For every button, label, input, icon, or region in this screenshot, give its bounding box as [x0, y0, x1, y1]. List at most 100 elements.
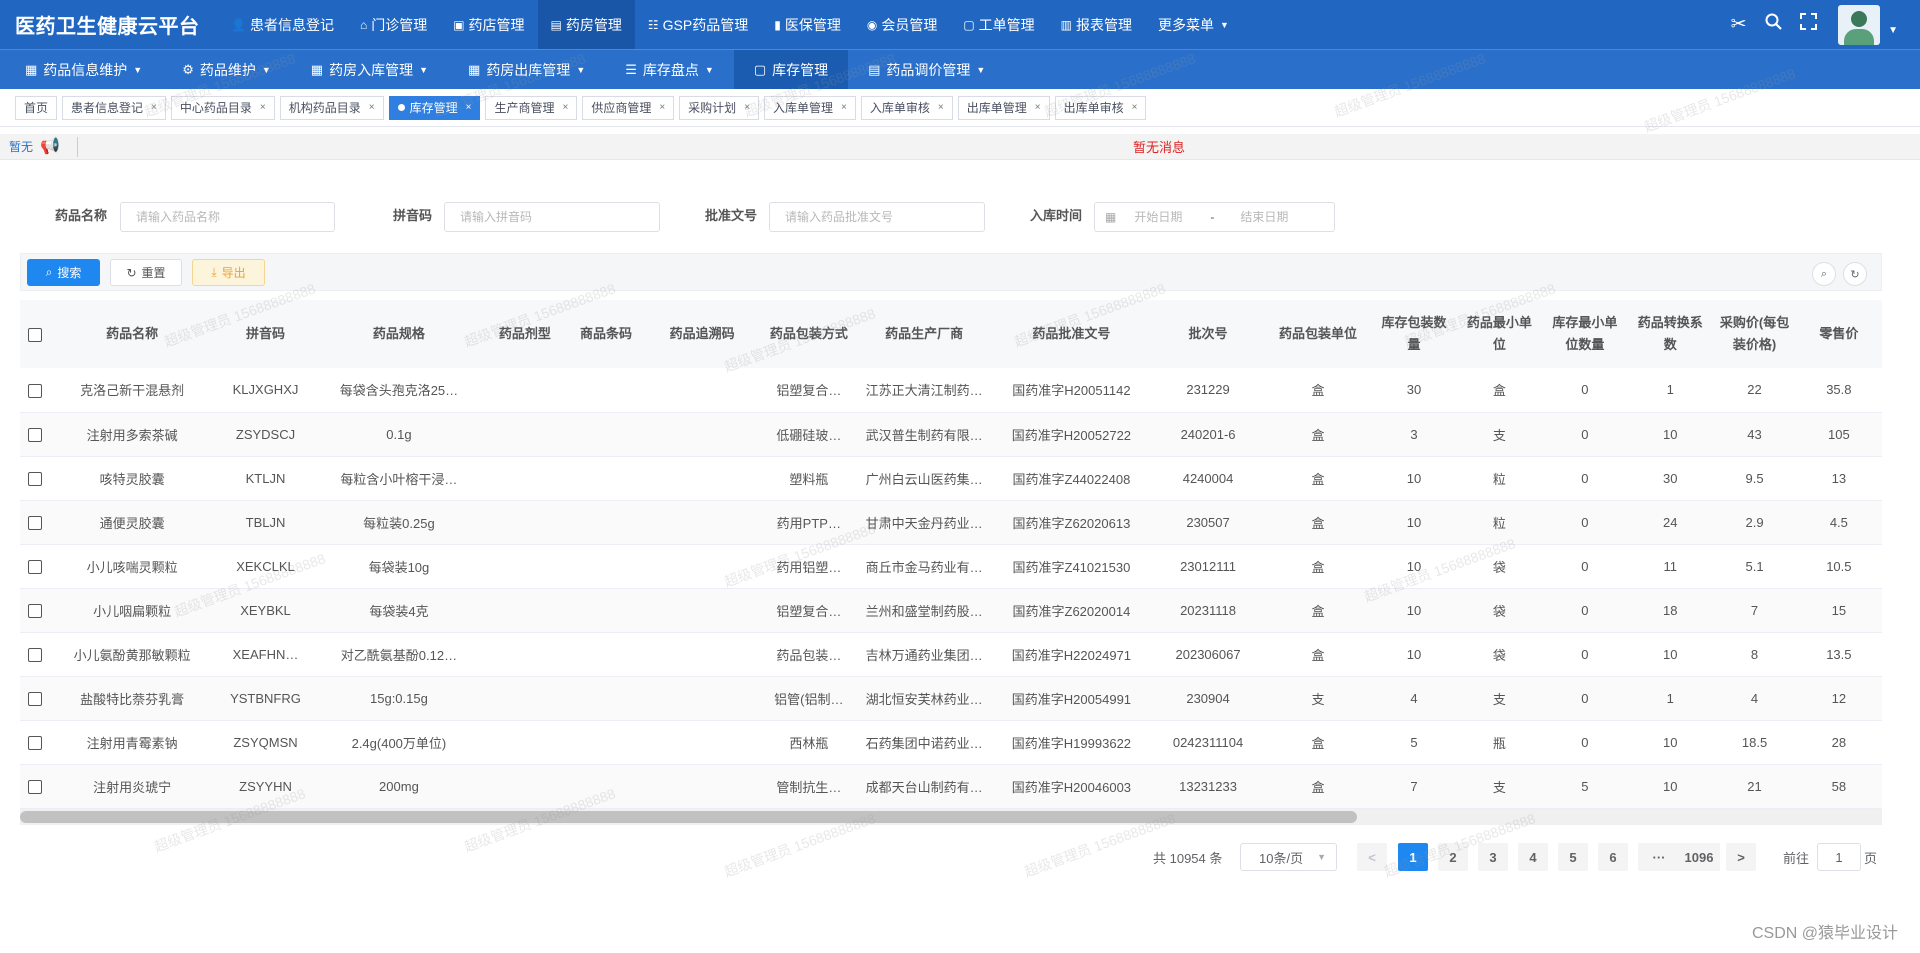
page-button[interactable]: 1096	[1678, 843, 1720, 871]
caret-down-icon[interactable]: ▼	[1888, 13, 1898, 36]
subnav-item-2[interactable]: ▦ 药房入库管理 ▼	[291, 50, 448, 90]
topnav-item-6[interactable]: ◉ 会员管理	[854, 0, 950, 49]
topnav-item-1[interactable]: ⌂ 门诊管理	[347, 0, 440, 49]
table-cell	[569, 368, 644, 412]
clinic-icon: ⌂	[359, 17, 368, 32]
tag-0[interactable]: 首页	[15, 95, 58, 120]
export-button[interactable]: ⤓ 导出	[192, 259, 265, 286]
row-checkbox[interactable]	[27, 383, 42, 398]
tag-2[interactable]: 中心药品目录 ×	[170, 95, 275, 120]
table-row[interactable]: 注射用多索茶碱 ZSYDSCJ 0.1g 低硼硅玻… 武汉普生制药有限… 国药准字H200…	[20, 412, 1882, 456]
topnav-item-3[interactable]: ▤ 药房管理	[537, 0, 635, 49]
table-cell: 粒	[1492, 471, 1506, 487]
next-page-button[interactable]: >	[1726, 843, 1756, 871]
drug-name-input[interactable]: 请输入药品名称	[120, 202, 335, 232]
row-checkbox[interactable]	[27, 427, 42, 442]
page-button[interactable]: 2	[1438, 843, 1468, 871]
page-button[interactable]: 5	[1558, 843, 1588, 871]
page-button[interactable]: 1	[1398, 843, 1428, 871]
table-row[interactable]: 通便灵胶囊 TBLJN 每粒装0.25g 药用PTP… 甘肃中天金丹药业… 国药准字Z62…	[20, 500, 1882, 544]
page-button[interactable]: 3	[1478, 843, 1508, 871]
table-row[interactable]: 克洛己新干混悬剂 KLJXGHXJ 每袋含头孢克洛25… 铝塑复合… 江苏正大清江制药……	[20, 368, 1882, 412]
table-row[interactable]: 盐酸特比萘芬乳膏 YSTBNFRG 15g:0.15g 铝管(铝制… 湖北恒安芙林药业……	[20, 676, 1882, 720]
table-row[interactable]: 小儿咳喘灵颗粒 XEKCLKL 每袋装10g 药用铝塑… 商丘市金马药业有… 国药准字Z4…	[20, 544, 1882, 588]
tag-8[interactable]: 入库单管理 ×	[764, 95, 856, 120]
row-checkbox[interactable]	[27, 515, 42, 530]
select-all-checkbox[interactable]	[27, 327, 42, 342]
row-select-cell	[20, 368, 50, 412]
reset-button[interactable]: ↻ 重置	[110, 259, 182, 286]
table-cell: 国药准字H20052722	[1011, 427, 1132, 443]
topnav-item-9[interactable]: 更多菜单 ▼	[1145, 0, 1246, 49]
horizontal-scrollbar[interactable]	[20, 809, 1882, 825]
tag-9[interactable]: 入库单审核 ×	[860, 95, 953, 120]
tag-11[interactable]: 出库单审核 ×	[1054, 95, 1147, 120]
row-checkbox[interactable]	[27, 691, 42, 706]
row-checkbox[interactable]	[27, 603, 42, 618]
close-icon[interactable]: ×	[369, 102, 375, 113]
date-start[interactable]: 开始日期	[1134, 203, 1182, 231]
table-row[interactable]: 咳特灵胶囊 KTLJN 每粒含小叶榕干浸… 塑料瓶 广州白云山医药集… 国药准字Z4402…	[20, 456, 1882, 500]
scrollbar-thumb[interactable]	[20, 811, 1357, 823]
close-icon[interactable]: ×	[1035, 102, 1041, 113]
close-icon[interactable]: ×	[744, 102, 750, 113]
table-cell: 对乙酰氨基酚0.12…	[340, 647, 458, 663]
table-cell	[481, 368, 569, 412]
page-button[interactable]: 6	[1598, 843, 1628, 871]
goto-page-input[interactable]: 1	[1817, 843, 1861, 871]
tag-1[interactable]: 患者信息登记 ×	[62, 95, 166, 120]
tag-4[interactable]: 库存管理 ×	[388, 95, 481, 120]
close-icon[interactable]: ×	[1132, 102, 1138, 113]
table-row[interactable]: 小儿咽扁颗粒 XEYBKL 每袋装4克 铝塑复合… 兰州和盛堂制药股… 国药准字Z6202…	[20, 588, 1882, 632]
tag-7[interactable]: 采购计划 ×	[679, 95, 760, 120]
table-row[interactable]: 小儿氨酚黄那敏颗粒 XEAFHN… 对乙酰氨基酚0.12… 药品包装… 吉林万通药业集团…	[20, 632, 1882, 676]
close-icon[interactable]: ×	[260, 102, 266, 113]
tag-5[interactable]: 生产商管理 ×	[485, 95, 578, 120]
row-checkbox[interactable]	[27, 779, 42, 794]
tag-3[interactable]: 机构药品目录 ×	[279, 95, 384, 120]
search-button[interactable]: ⌕ 搜索	[27, 259, 100, 286]
table-row[interactable]: 注射用青霉素钠 ZSYQMSN 2.4g(400万单位) 西林瓶 石药集团中诺药业… 国药…	[20, 720, 1882, 764]
refresh-table-icon[interactable]: ↻	[1843, 262, 1867, 286]
subnav-item-5[interactable]: ▢ 库存管理	[733, 49, 849, 90]
close-icon[interactable]: ×	[466, 102, 472, 113]
date-end[interactable]: 结束日期	[1240, 203, 1288, 231]
avatar[interactable]	[1838, 4, 1881, 45]
tag-6[interactable]: 供应商管理 ×	[582, 95, 675, 120]
topnav-item-4[interactable]: ☷ GSP药品管理	[635, 0, 761, 49]
subnav-item-4[interactable]: ☰ 库存盘点 ▼	[605, 50, 734, 90]
topnav-item-0[interactable]: 👤 患者信息登记	[218, 0, 347, 49]
row-checkbox[interactable]	[27, 735, 42, 750]
subnav-item-0[interactable]: ▦ 药品信息维护 ▼	[0, 50, 162, 90]
close-icon[interactable]: ×	[841, 102, 847, 113]
close-icon[interactable]: ×	[151, 102, 157, 113]
table-cell: 10.5	[1826, 558, 1852, 574]
row-checkbox[interactable]	[27, 647, 42, 662]
topnav-item-5[interactable]: ▮ 医保管理	[761, 0, 854, 49]
prev-page-button[interactable]: <	[1357, 843, 1387, 871]
close-icon[interactable]: ×	[659, 102, 665, 113]
page-size-select[interactable]: 10条/页 ▼	[1240, 843, 1337, 871]
row-checkbox[interactable]	[27, 471, 42, 486]
tag-10[interactable]: 出库单管理 ×	[957, 95, 1050, 120]
table-row[interactable]: 注射用炎琥宁 ZSYYHN 200mg 管制抗生… 成都天台山制药有… 国药准字H2004…	[20, 764, 1882, 808]
topnav-item-7[interactable]: ▢ 工单管理	[950, 0, 1047, 49]
subnav-item-6[interactable]: ▤ 药品调价管理 ▼	[848, 50, 1005, 90]
more-pages-icon[interactable]: ···	[1638, 843, 1680, 871]
date-range-picker[interactable]: ▦ 开始日期 - 结束日期	[1094, 202, 1335, 232]
close-icon[interactable]: ×	[938, 102, 944, 113]
toggle-search-icon[interactable]: ⌕	[1812, 262, 1836, 286]
topnav-item-2[interactable]: ▣ 药店管理	[440, 0, 537, 49]
pinyin-input[interactable]: 请输入拼音码	[444, 202, 660, 232]
page-button[interactable]: 4	[1518, 843, 1548, 871]
subnav-item-3[interactable]: ▦ 药房出库管理 ▼	[448, 50, 605, 90]
row-checkbox[interactable]	[27, 559, 42, 574]
search-icon[interactable]	[1756, 13, 1791, 36]
topnav-item-8[interactable]: ▥ 报表管理	[1048, 0, 1145, 49]
fullscreen-icon[interactable]	[1791, 13, 1826, 36]
scissors-icon[interactable]: ✂	[1721, 13, 1756, 36]
table-cell	[643, 676, 760, 720]
subnav-item-1[interactable]: ⚙ 药品维护 ▼	[162, 50, 291, 90]
approval-input[interactable]: 请输入药品批准文号	[769, 202, 985, 232]
close-icon[interactable]: ×	[562, 102, 568, 113]
